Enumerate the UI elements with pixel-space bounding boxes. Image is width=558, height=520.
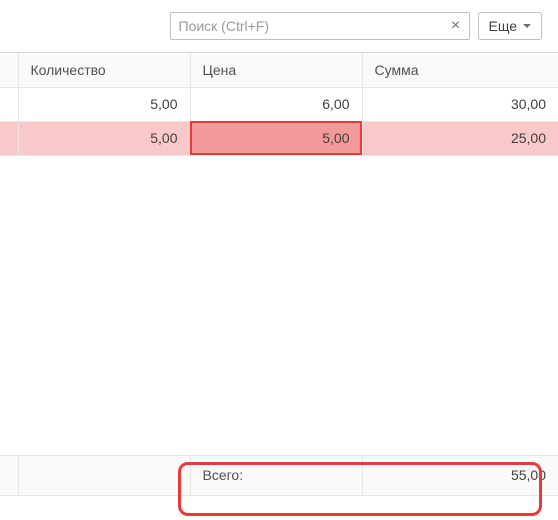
search-input[interactable] [170, 12, 470, 40]
search-wrap: × [170, 12, 470, 40]
table-row[interactable]: 5,00 6,00 30,00 [0, 87, 558, 121]
row-stub [0, 87, 18, 121]
table-header-row: Количество Цена Сумма [0, 53, 558, 87]
header-stub [0, 53, 18, 87]
footer-total: 55,00 [362, 456, 558, 496]
header-sum[interactable]: Сумма [362, 53, 558, 87]
toolbar: × Еще [0, 0, 558, 52]
chevron-down-icon [523, 24, 531, 28]
more-button[interactable]: Еще [478, 12, 543, 40]
data-table: Количество Цена Сумма 5,00 6,00 30,00 5,… [0, 52, 558, 496]
footer-stub [0, 456, 18, 496]
cell-qty[interactable]: 5,00 [18, 87, 190, 121]
table-empty-area[interactable] [0, 156, 558, 456]
row-stub [0, 121, 18, 155]
footer-row: Всего: 55,00 [0, 456, 558, 496]
header-price[interactable]: Цена [190, 53, 362, 87]
cell-sum[interactable]: 30,00 [362, 87, 558, 121]
cell-price[interactable]: 5,00 [190, 121, 362, 155]
cell-qty[interactable]: 5,00 [18, 121, 190, 155]
footer-label: Всего: [190, 456, 362, 496]
cell-price[interactable]: 6,00 [190, 87, 362, 121]
footer-empty [18, 456, 190, 496]
table-row[interactable]: 5,00 5,00 25,00 [0, 121, 558, 155]
cell-sum[interactable]: 25,00 [362, 121, 558, 155]
more-button-label: Еще [489, 18, 518, 34]
clear-icon[interactable]: × [443, 13, 469, 39]
header-qty[interactable]: Количество [18, 53, 190, 87]
